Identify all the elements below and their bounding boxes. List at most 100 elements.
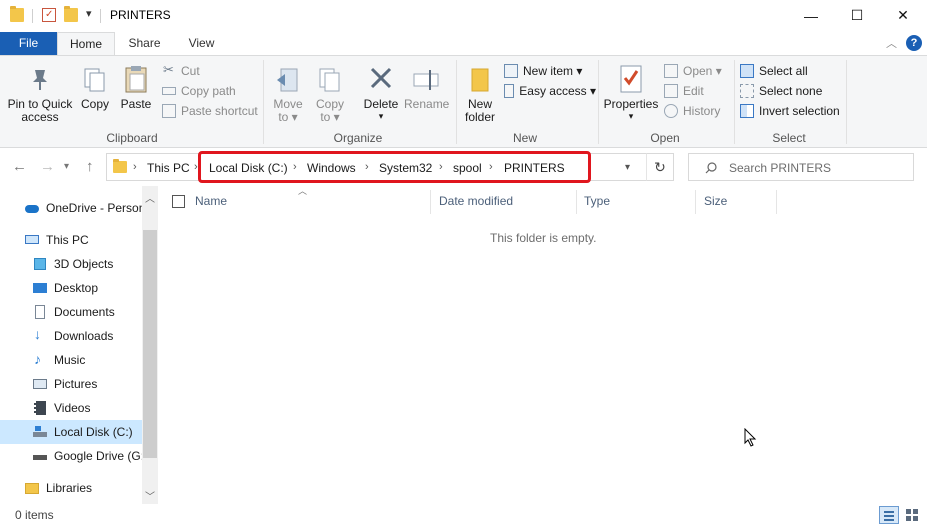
nav-item-label: Local Disk (C:) [54,425,133,439]
tab-file[interactable]: File [0,32,57,55]
tab-share[interactable]: Share [117,32,172,55]
refresh-icon[interactable]: ↻ [646,153,674,181]
select-all-checkbox[interactable] [172,195,185,208]
properties-dropdown-icon[interactable]: ▾ [602,110,660,123]
move-to-icon [277,68,298,92]
forward-arrow-icon[interactable]: → [40,158,55,175]
nav-item-desktop[interactable]: Desktop [0,276,142,300]
nav-item-google-drive[interactable]: Google Drive (G: [0,444,142,468]
select-none-button[interactable]: Select none [740,81,844,101]
back-arrow-icon[interactable]: ← [12,158,27,175]
column-divider[interactable] [695,190,696,214]
nav-item-3d-objects[interactable]: 3D Objects [0,252,142,276]
column-divider[interactable] [430,190,431,214]
column-header-name[interactable]: Name [195,194,227,214]
pin-to-quick-access-button[interactable]: Pin to Quick access [6,64,74,126]
search-input[interactable]: Search PRINTERS [729,161,831,175]
new-item-button[interactable]: New item ▾ [504,61,596,81]
nav-scrollbar-thumb[interactable] [143,230,157,458]
delete-button[interactable]: Delete ▾ [360,64,402,126]
scissors-icon: ✂ [163,62,174,77]
nav-item-downloads[interactable]: ↓ Downloads [0,324,142,348]
column-header-size[interactable]: Size [704,194,727,214]
nav-item-videos[interactable]: Videos [0,396,142,420]
invert-selection-button[interactable]: Invert selection [740,101,844,121]
pin-label: Pin to Quick access [7,97,73,124]
large-icons-view-icon[interactable] [904,507,920,523]
column-header-date-modified[interactable]: Date modified [439,194,513,214]
nav-item-onedrive[interactable]: OneDrive - Person [0,196,142,220]
history-button[interactable]: History [664,101,732,121]
empty-folder-message: This folder is empty. [490,231,597,245]
properties-quick-icon[interactable]: ✓ [42,8,56,22]
cut-button[interactable]: ✂ Cut [162,61,262,81]
column-header-type[interactable]: Type [584,194,610,214]
new-folder-quick-icon[interactable] [64,6,78,22]
tab-home[interactable]: Home [57,32,115,55]
copy-button[interactable]: Copy [76,64,114,126]
up-arrow-icon[interactable]: ↑ [86,158,94,175]
new-folder-button[interactable]: New folder [460,64,500,126]
group-divider [734,60,735,144]
help-icon[interactable]: ? [906,35,922,51]
customize-toolbar-icon[interactable]: ▾ [86,7,92,20]
move-to-label: Move to ▾ [273,97,303,124]
pc-icon [24,233,40,247]
ribbon: Pin to Quick access Copy Paste ✂ Cut Cop… [0,55,927,148]
nav-item-libraries[interactable]: Libraries [0,476,142,500]
recent-locations-icon[interactable]: ▾ [64,161,69,172]
select-all-button[interactable]: Select all [740,61,844,81]
new-group-label: New [512,131,537,145]
nav-item-music[interactable]: ♪ Music [0,348,142,372]
close-button[interactable]: ✕ [880,0,926,31]
navigation-pane: OneDrive - Person This PC 3D Objects Des… [0,186,158,504]
scroll-up-icon[interactable]: ︿ [145,190,155,205]
rename-label: Rename [404,97,450,111]
nav-item-documents[interactable]: Documents [0,300,142,324]
copy-to-button[interactable]: Copy to ▾ [312,64,348,126]
clipboard-small-buttons: ✂ Cut Copy path Paste shortcut [162,61,262,121]
library-icon [24,481,40,495]
status-bar: 0 items [0,504,927,526]
paste-button[interactable]: Paste [116,64,156,126]
edit-button[interactable]: Edit [664,81,732,101]
video-icon [32,401,48,415]
details-view-icon[interactable] [879,506,899,524]
address-dropdown-icon[interactable]: ▾ [625,162,630,173]
select-none-icon [740,84,754,98]
search-box[interactable]: Search PRINTERS [688,153,914,181]
column-divider[interactable] [776,190,777,214]
scroll-down-icon[interactable]: ﹀ [145,488,155,503]
item-count: 0 items [15,508,54,522]
breadcrumb-this-pc[interactable]: This PC [147,161,190,175]
tab-view[interactable]: View [174,32,229,55]
delete-icon [370,67,392,89]
easy-access-button[interactable]: Easy access ▾ [504,81,596,101]
nav-item-pictures[interactable]: Pictures [0,372,142,396]
rename-button[interactable]: Rename [404,64,450,126]
nav-item-local-disk[interactable]: Local Disk (C:) [0,420,142,444]
nav-item-label: This PC [46,233,89,247]
collapse-ribbon-icon[interactable]: ︿ [886,35,897,51]
column-divider[interactable] [576,190,577,214]
paste-shortcut-button[interactable]: Paste shortcut [162,101,262,121]
nav-item-label: Desktop [54,281,99,295]
move-to-button[interactable]: Move to ▾ [270,64,306,126]
rename-icon [413,70,439,90]
delete-dropdown-icon[interactable]: ▾ [360,110,402,123]
open-button[interactable]: Open ▾ [664,61,732,81]
highlight-box [198,151,591,183]
nav-item-label: Music [54,353,86,367]
properties-button[interactable]: Properties ▾ [602,64,660,126]
minimize-button[interactable]: — [788,0,834,31]
nav-item-this-pc[interactable]: This PC [0,228,142,252]
new-small-buttons: New item ▾ Easy access ▾ [504,61,596,101]
copy-path-button[interactable]: Copy path [162,81,262,101]
group-divider [456,60,457,144]
download-icon: ↓ [34,326,41,342]
nav-item-label: Pictures [54,377,98,391]
desktop-icon [32,281,48,295]
maximize-button[interactable]: ☐ [834,0,880,31]
nav-item-label: 3D Objects [54,257,114,271]
folder-icon [113,159,127,173]
